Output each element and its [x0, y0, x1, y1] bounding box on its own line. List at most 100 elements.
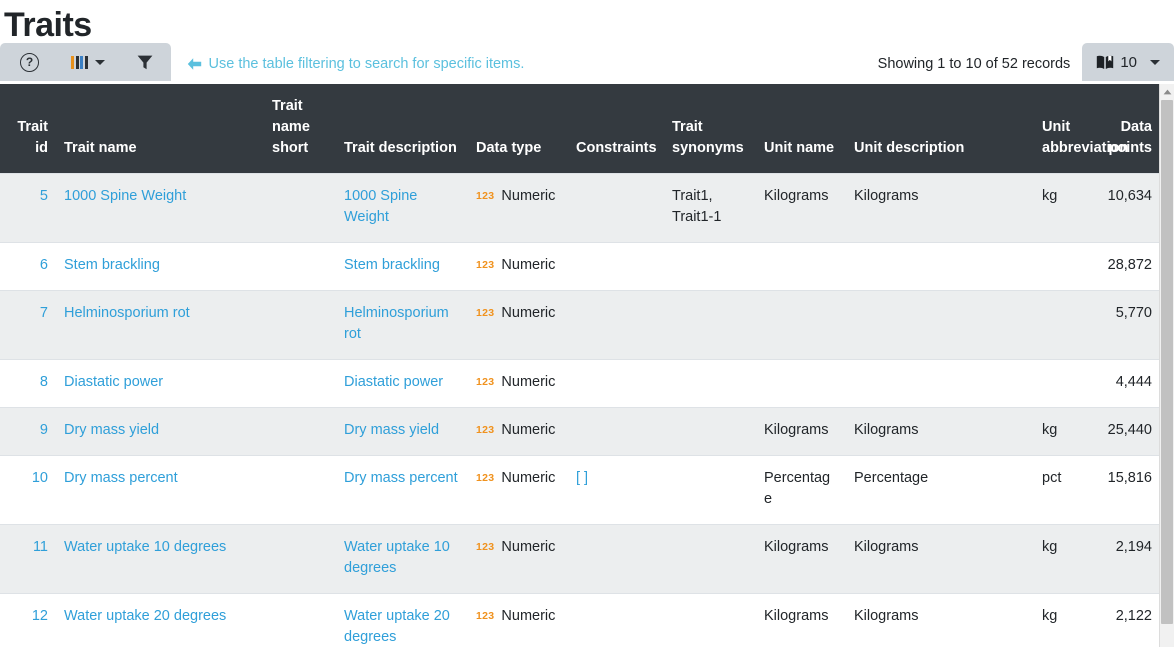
cell-data-type: 123 Numeric [468, 243, 568, 291]
cell-short [264, 525, 336, 594]
table-row[interactable]: 51000 Spine Weight1000 Spine Weight123Nu… [0, 174, 1160, 243]
filter-hint: Use the table filtering to search for sp… [171, 44, 525, 84]
cell-trait-description: Helminosporium rot [336, 291, 468, 360]
help-button[interactable]: ? [2, 43, 55, 81]
cell-trait-id: 9 [0, 408, 56, 456]
table-row[interactable]: 9 Dry mass yield Dry mass yield 123Numeric K… [0, 408, 1160, 456]
trait-id-link[interactable]: 12 [32, 608, 48, 624]
trait-id-link[interactable]: 11 [33, 539, 48, 555]
trait-name-link[interactable]: Stem brackling [64, 257, 160, 273]
cell-data-type: 123Numeric [468, 408, 568, 456]
cell-udesc [846, 243, 1034, 291]
table-row[interactable]: 6 Stem brackling Stem brackling 123 Numeric 2… [0, 243, 1160, 291]
trait-id-link[interactable]: 9 [40, 422, 48, 438]
cell-dp: 28,872 [1084, 243, 1160, 291]
trait-description-link[interactable]: Stem brackling [344, 257, 440, 273]
numeric-type-icon: 123 [476, 609, 494, 624]
cell-trait-description: Dry mass percent [336, 456, 468, 525]
trait-name-link[interactable]: Dry mass percent [64, 470, 178, 486]
trait-name-link[interactable]: Helminosporium rot [64, 305, 190, 321]
data-type-label: Numeric [501, 420, 555, 441]
filter-button[interactable] [121, 43, 169, 81]
trait-name-link[interactable]: Water uptake 10 degrees [64, 539, 226, 555]
cell-udesc [846, 291, 1034, 360]
numeric-type-icon: 123 [476, 306, 494, 321]
trait-name-link[interactable]: Diastatic power [64, 374, 163, 390]
column-header-data-points[interactable]: Data points [1084, 84, 1160, 174]
column-header-trait-name[interactable]: Trait name [56, 84, 264, 174]
vertical-scrollbar[interactable] [1159, 84, 1174, 647]
column-header-trait-description[interactable]: Trait description [336, 84, 468, 174]
cell-data-type: 123Numeric [468, 594, 568, 647]
filter-hint-text: Use the table filtering to search for sp… [209, 56, 525, 72]
numeric-type-icon: 123 [476, 258, 494, 273]
arrow-left-icon [187, 57, 202, 71]
cell-dp: 2,122 [1084, 594, 1160, 647]
cell-short [264, 456, 336, 525]
cell-uname: Kilograms [756, 525, 846, 594]
scroll-up-button[interactable] [1160, 85, 1174, 99]
trait-description-link[interactable]: Water uptake 20 degrees [344, 608, 450, 645]
cell-uname: Kilograms [756, 594, 846, 647]
table-header: Trait id Trait name Trait name short Tra… [0, 84, 1160, 174]
table-row[interactable]: 10Dry mass percentDry mass percent123Num… [0, 456, 1160, 525]
cell-trait-name: Helminosporium rot [56, 291, 264, 360]
constraints-link[interactable]: [ ] [576, 470, 588, 486]
trait-description-link[interactable]: 1000 Spine Weight [344, 188, 417, 225]
toolbar-right-group: Showing 1 to 10 of 52 records 10 [878, 40, 1174, 84]
cell-trait-description: Stem brackling [336, 243, 468, 291]
cell-trait-id: 6 [0, 243, 56, 291]
numeric-type-icon: 123 [476, 540, 494, 555]
cell-syn [664, 408, 756, 456]
traits-table: Trait id Trait name Trait name short Tra… [0, 84, 1160, 647]
table-row[interactable]: 11 Water uptake 10 degrees Water uptake 10… [0, 525, 1160, 594]
trait-name-link[interactable]: Dry mass yield [64, 422, 159, 438]
scrollbar-thumb[interactable] [1161, 100, 1173, 624]
trait-description-link[interactable]: Dry mass yield [344, 422, 439, 438]
cell-trait-name: Dry mass yield [56, 408, 264, 456]
cell-short [264, 594, 336, 647]
cell-trait-description: Dry mass yield [336, 408, 468, 456]
table-toolbar: ? Use the table filtering to search for … [0, 40, 1174, 84]
trait-id-link[interactable]: 6 [40, 257, 48, 273]
column-header-data-type[interactable]: Data type [468, 84, 568, 174]
columns-icon [71, 56, 88, 69]
cell-short [264, 174, 336, 243]
toolbar-button-group: ? [0, 43, 171, 81]
trait-id-link[interactable]: 8 [40, 374, 48, 390]
trait-id-link[interactable]: 10 [32, 470, 48, 486]
column-header-unit-description[interactable]: Unit description [846, 84, 1034, 174]
table-row[interactable]: 8Diastatic powerDiastatic power123Numeri… [0, 360, 1160, 408]
cell-udesc: Kilograms [846, 408, 1034, 456]
cell-udesc: Kilograms [846, 525, 1034, 594]
trait-id-link[interactable]: 5 [40, 188, 48, 204]
column-header-unit-name[interactable]: Unit name [756, 84, 846, 174]
columns-visibility-button[interactable] [55, 43, 121, 81]
data-type-label: Numeric [501, 255, 555, 276]
caret-up-icon [1163, 89, 1172, 95]
trait-name-link[interactable]: 1000 Spine Weight [64, 188, 186, 204]
trait-description-link[interactable]: Diastatic power [344, 374, 443, 390]
column-header-trait-synonyms[interactable]: Trait synonyms [664, 84, 756, 174]
table-row[interactable]: 7 Helminosporium rot Helminosporium rot 123… [0, 291, 1160, 360]
cell-trait-id: 5 [0, 174, 56, 243]
cell-syn [664, 243, 756, 291]
cell-trait-description: 1000 Spine Weight [336, 174, 468, 243]
page-size-button[interactable]: 10 [1082, 43, 1174, 81]
column-header-trait-name-short[interactable]: Trait name short [264, 84, 336, 174]
cell-trait-description: Diastatic power [336, 360, 468, 408]
trait-description-link[interactable]: Water uptake 10 degrees [344, 539, 450, 576]
data-type-label: Numeric [501, 186, 555, 207]
cell-syn [664, 594, 756, 647]
table-row[interactable]: 12 Water uptake 20 degrees Water uptake 20… [0, 594, 1160, 647]
cell-dp: 25,440 [1084, 408, 1160, 456]
column-header-constraints[interactable]: Constraints [568, 84, 664, 174]
trait-description-link[interactable]: Helminosporium rot [344, 305, 449, 342]
trait-name-link[interactable]: Water uptake 20 degrees [64, 608, 226, 624]
trait-description-link[interactable]: Dry mass percent [344, 470, 458, 486]
cell-trait-id: 10 [0, 456, 56, 525]
column-header-unit-abbreviation[interactable]: Unit abbreviation [1034, 84, 1084, 174]
column-header-trait-id[interactable]: Trait id [0, 84, 56, 174]
numeric-type-icon: 123 [476, 471, 494, 486]
trait-id-link[interactable]: 7 [40, 305, 48, 321]
